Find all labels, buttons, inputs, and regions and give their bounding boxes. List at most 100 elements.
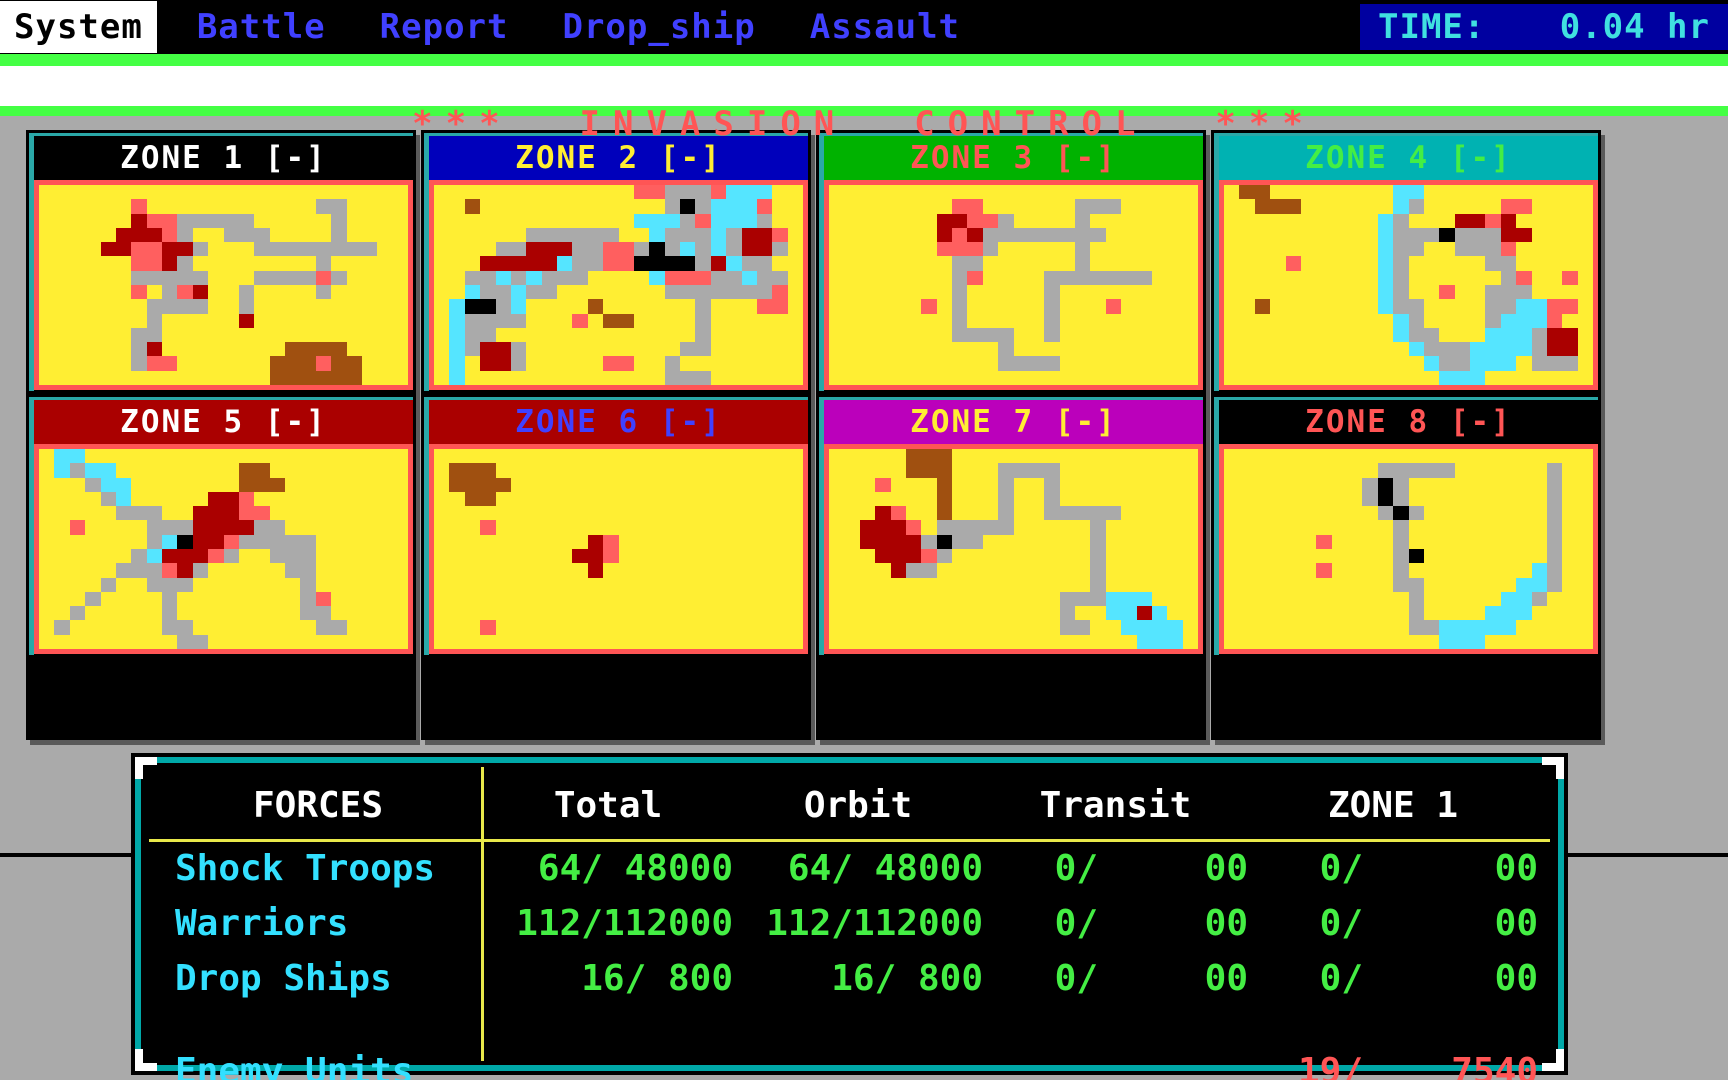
terrain-tile xyxy=(1090,185,1106,200)
zone-map-2[interactable] xyxy=(429,180,808,390)
terrain-tile xyxy=(480,199,496,214)
terrain-tile xyxy=(1224,227,1240,243)
terrain-tile xyxy=(1316,370,1332,385)
terrain-tile xyxy=(921,506,937,521)
terrain-tile xyxy=(510,242,527,257)
terrain-tile xyxy=(238,284,255,300)
zone-map-4[interactable] xyxy=(1219,180,1598,390)
terrain-tile xyxy=(603,591,619,607)
terrain-tile xyxy=(998,634,1014,649)
zone-cell-7[interactable]: ZONE 7 [-] xyxy=(819,397,1203,655)
terrain-tile xyxy=(1105,313,1122,328)
terrain-tile xyxy=(936,620,952,635)
terrain-tile xyxy=(1516,256,1532,271)
terrain-tile xyxy=(377,491,393,507)
terrain-tile xyxy=(587,327,604,343)
terrain-tile xyxy=(526,577,542,592)
terrain-tile xyxy=(85,284,101,300)
terrain-tile xyxy=(664,242,680,257)
terrain-tile xyxy=(726,620,742,635)
terrain-tile xyxy=(1044,356,1060,371)
terrain-tile xyxy=(1182,299,1198,314)
terrain-tile xyxy=(756,477,773,492)
terrain-tile xyxy=(726,634,742,649)
terrain-tile xyxy=(1562,313,1578,328)
terrain-tile xyxy=(54,242,70,257)
terrain-tile xyxy=(1151,284,1168,300)
terrain-tile xyxy=(1531,313,1547,328)
terrain-tile xyxy=(921,327,937,343)
terrain-tile xyxy=(131,242,147,257)
terrain-tile xyxy=(1393,199,1409,214)
terrain-tile xyxy=(377,327,393,343)
column-header-transit: Transit xyxy=(1039,784,1192,826)
terrain-tile xyxy=(1300,185,1317,200)
zone-cell-2[interactable]: ZONE 2 [-] xyxy=(424,133,808,391)
terrain-tile xyxy=(787,577,803,592)
terrain-tile xyxy=(1331,620,1347,635)
zone-map-7[interactable] xyxy=(824,444,1203,654)
menu-item-report[interactable]: Report xyxy=(366,1,523,53)
terrain-tile xyxy=(1121,606,1137,621)
zone-map-8[interactable] xyxy=(1219,444,1598,654)
terrain-tile xyxy=(603,370,619,385)
menu-item-system[interactable]: System xyxy=(0,1,157,53)
terrain-tile xyxy=(967,620,983,635)
terrain-tile xyxy=(39,256,55,271)
terrain-tile xyxy=(1254,591,1271,607)
zone-cell-8[interactable]: ZONE 8 [-] xyxy=(1214,397,1598,655)
terrain-tile xyxy=(1516,370,1532,385)
zone-cell-4[interactable]: ZONE 4 [-] xyxy=(1214,133,1598,391)
terrain-tile xyxy=(146,534,162,549)
terrain-tile xyxy=(1121,242,1137,257)
terrain-tile xyxy=(346,356,362,371)
table-header-rule xyxy=(149,839,1550,842)
terrain-tile xyxy=(787,491,803,507)
terrain-tile xyxy=(1151,213,1168,228)
terrain-tile xyxy=(269,449,285,464)
zone-cell-5[interactable]: ZONE 5 [-] xyxy=(29,397,413,655)
terrain-tile xyxy=(1546,256,1563,271)
terrain-tile xyxy=(1224,534,1240,549)
terrain-tile xyxy=(1531,256,1547,271)
terrain-tile xyxy=(1044,634,1060,649)
terrain-tile xyxy=(115,534,132,549)
terrain-tile xyxy=(952,491,968,507)
terrain-tile xyxy=(1316,634,1332,649)
terrain-tile xyxy=(1331,313,1347,328)
terrain-tile xyxy=(772,491,788,507)
menu-item-assault[interactable]: Assault xyxy=(796,1,974,53)
terrain-tile xyxy=(726,313,742,328)
terrain-tile xyxy=(269,242,285,257)
zone-map-5[interactable] xyxy=(34,444,413,654)
terrain-tile xyxy=(633,506,650,521)
zone-map-3[interactable] xyxy=(824,180,1203,390)
terrain-tile xyxy=(238,227,255,243)
zone-map-6[interactable] xyxy=(429,444,808,654)
terrain-tile xyxy=(464,534,481,549)
zone-cell-6[interactable]: ZONE 6 [-] xyxy=(424,397,808,655)
terrain-tile xyxy=(541,327,557,343)
terrain-tile xyxy=(741,299,757,314)
terrain-tile xyxy=(100,370,116,385)
terrain-tile xyxy=(377,520,393,535)
terrain-tile xyxy=(756,270,773,285)
terrain-tile xyxy=(1167,299,1183,314)
terrain-tile xyxy=(1224,370,1240,385)
terrain-tile xyxy=(39,242,55,257)
terrain-tile xyxy=(603,491,619,507)
menu-item-drop-ship[interactable]: Drop_ship xyxy=(548,1,769,53)
terrain-tile xyxy=(726,548,742,564)
zone-cell-1[interactable]: ZONE 1 [-] xyxy=(29,133,413,391)
terrain-tile xyxy=(1470,299,1486,314)
terrain-tile xyxy=(177,370,193,385)
terrain-tile xyxy=(1347,213,1363,228)
terrain-tile xyxy=(192,356,209,371)
terrain-tile xyxy=(449,370,465,385)
terrain-tile xyxy=(238,242,255,257)
zone-cell-3[interactable]: ZONE 3 [-] xyxy=(819,133,1203,391)
terrain-tile xyxy=(936,548,952,564)
menu-item-battle[interactable]: Battle xyxy=(183,1,340,53)
zone-map-1[interactable] xyxy=(34,180,413,390)
terrain-tile xyxy=(1224,491,1240,507)
